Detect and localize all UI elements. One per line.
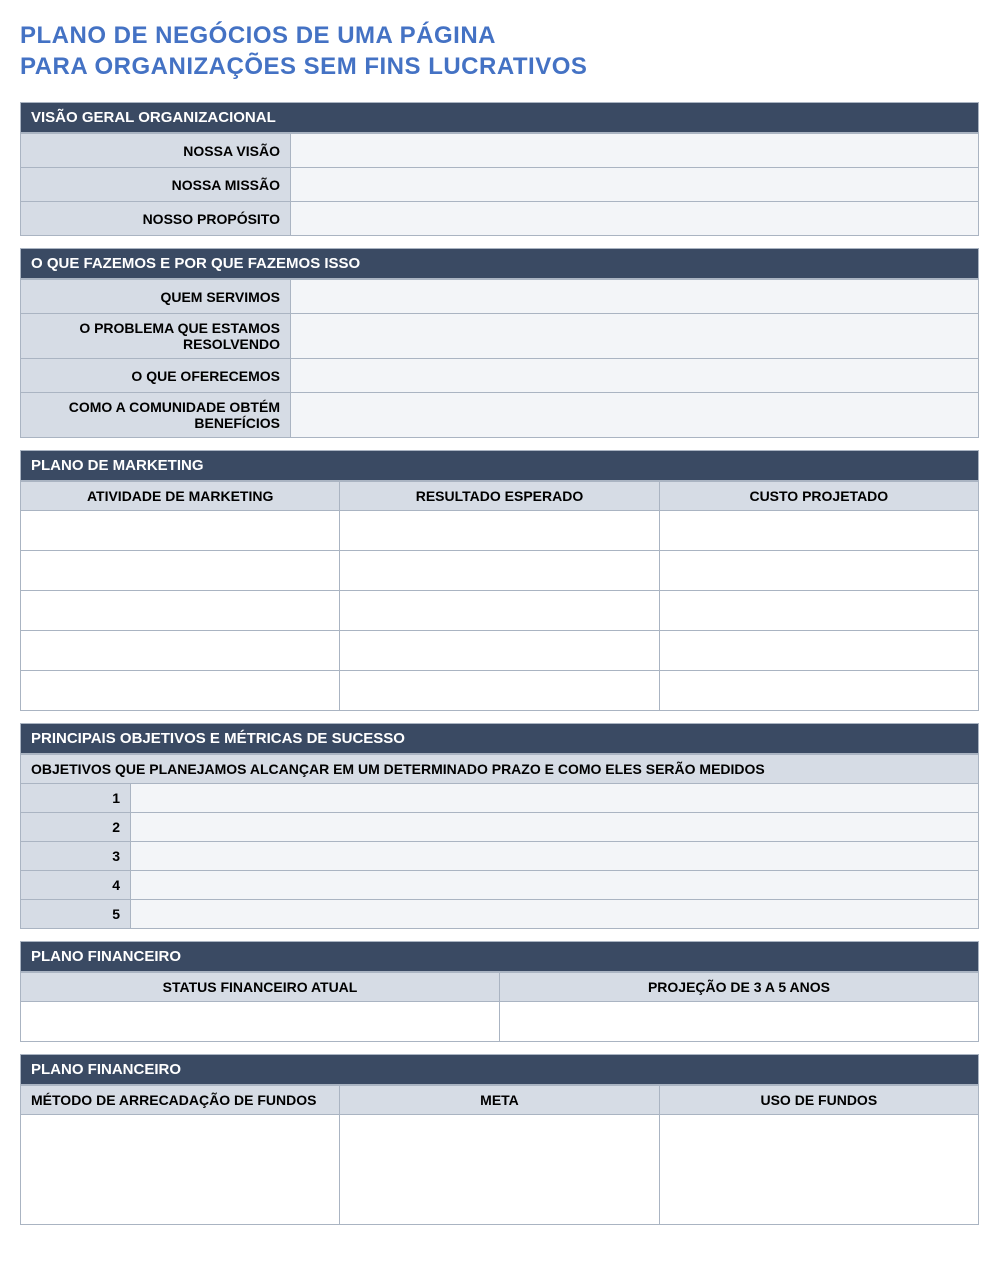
table-row: COMO A COMUNIDADE OBTÉM BENEFÍCIOS: [21, 393, 979, 438]
table-subheader-row: OBJETIVOS QUE PLANEJAMOS ALCANÇAR EM UM …: [21, 755, 979, 784]
row-label: COMO A COMUNIDADE OBTÉM BENEFÍCIOS: [21, 393, 291, 438]
marketing-table: ATIVIDADE DE MARKETING RESULTADO ESPERAD…: [20, 481, 979, 711]
table-row: [21, 1115, 979, 1225]
row-label: NOSSA VISÃO: [21, 134, 291, 168]
col-header-use: USO DE FUNDOS: [659, 1086, 978, 1115]
table-row: 4: [21, 871, 979, 900]
table-row: 3: [21, 842, 979, 871]
section-marketing: PLANO DE MARKETING ATIVIDADE DE MARKETIN…: [20, 450, 979, 711]
row-label: NOSSA MISSÃO: [21, 168, 291, 202]
what-we-do-table: QUEM SERVIMOS O PROBLEMA QUE ESTAMOS RES…: [20, 279, 979, 438]
cell-goal[interactable]: [340, 1115, 659, 1225]
row-label: QUEM SERVIMOS: [21, 280, 291, 314]
section-header-what: O QUE FAZEMOS E POR QUE FAZEMOS ISSO: [20, 248, 979, 279]
table-row: NOSSA MISSÃO: [21, 168, 979, 202]
col-header-projection: PROJEÇÃO DE 3 A 5 ANOS: [500, 973, 979, 1002]
table-header-row: ATIVIDADE DE MARKETING RESULTADO ESPERAD…: [21, 482, 979, 511]
section-header-marketing: PLANO DE MARKETING: [20, 450, 979, 481]
row-label: NOSSO PROPÓSITO: [21, 202, 291, 236]
table-row: [21, 671, 979, 711]
table-row: 2: [21, 813, 979, 842]
obj-number: 5: [21, 900, 131, 929]
row-value[interactable]: [291, 393, 979, 438]
financial-table: STATUS FINANCEIRO ATUAL PROJEÇÃO DE 3 A …: [20, 972, 979, 1042]
cell-activity[interactable]: [21, 511, 340, 551]
row-label: O QUE OFERECEMOS: [21, 359, 291, 393]
row-value[interactable]: [291, 314, 979, 359]
row-value[interactable]: [291, 134, 979, 168]
obj-number: 2: [21, 813, 131, 842]
section-header-fundraising: PLANO FINANCEIRO: [20, 1054, 979, 1085]
table-row: [21, 631, 979, 671]
cell-result[interactable]: [340, 591, 659, 631]
objectives-subheader: OBJETIVOS QUE PLANEJAMOS ALCANÇAR EM UM …: [21, 755, 979, 784]
objectives-table: OBJETIVOS QUE PLANEJAMOS ALCANÇAR EM UM …: [20, 754, 979, 929]
col-header-result: RESULTADO ESPERADO: [340, 482, 659, 511]
section-header-financial: PLANO FINANCEIRO: [20, 941, 979, 972]
col-header-status: STATUS FINANCEIRO ATUAL: [21, 973, 500, 1002]
cell-cost[interactable]: [659, 591, 978, 631]
cell-result[interactable]: [340, 551, 659, 591]
section-what-we-do: O QUE FAZEMOS E POR QUE FAZEMOS ISSO QUE…: [20, 248, 979, 438]
title-line-1: PLANO DE NEGÓCIOS DE UMA PÁGINA: [20, 22, 496, 49]
fundraising-table: MÉTODO DE ARRECADAÇÃO DE FUNDOS META USO…: [20, 1085, 979, 1225]
section-fundraising: PLANO FINANCEIRO MÉTODO DE ARRECADAÇÃO D…: [20, 1054, 979, 1225]
obj-value[interactable]: [131, 842, 979, 871]
table-row: O PROBLEMA QUE ESTAMOS RESOLVENDO: [21, 314, 979, 359]
cell-result[interactable]: [340, 671, 659, 711]
row-label: O PROBLEMA QUE ESTAMOS RESOLVENDO: [21, 314, 291, 359]
section-org-overview: VISÃO GERAL ORGANIZACIONAL NOSSA VISÃO N…: [20, 102, 979, 236]
cell-result[interactable]: [340, 631, 659, 671]
cell-activity[interactable]: [21, 591, 340, 631]
cell-status[interactable]: [21, 1002, 500, 1042]
table-header-row: MÉTODO DE ARRECADAÇÃO DE FUNDOS META USO…: [21, 1086, 979, 1115]
table-row: QUEM SERVIMOS: [21, 280, 979, 314]
row-value[interactable]: [291, 168, 979, 202]
section-header-objectives: PRINCIPAIS OBJETIVOS E MÉTRICAS DE SUCES…: [20, 723, 979, 754]
col-header-activity: ATIVIDADE DE MARKETING: [21, 482, 340, 511]
cell-method[interactable]: [21, 1115, 340, 1225]
row-value[interactable]: [291, 280, 979, 314]
row-value[interactable]: [291, 202, 979, 236]
table-row: 1: [21, 784, 979, 813]
cell-activity[interactable]: [21, 671, 340, 711]
section-objectives: PRINCIPAIS OBJETIVOS E MÉTRICAS DE SUCES…: [20, 723, 979, 929]
section-financial: PLANO FINANCEIRO STATUS FINANCEIRO ATUAL…: [20, 941, 979, 1042]
obj-number: 4: [21, 871, 131, 900]
cell-cost[interactable]: [659, 511, 978, 551]
table-row: NOSSA VISÃO: [21, 134, 979, 168]
obj-value[interactable]: [131, 784, 979, 813]
obj-number: 1: [21, 784, 131, 813]
col-header-goal: META: [340, 1086, 659, 1115]
table-header-row: STATUS FINANCEIRO ATUAL PROJEÇÃO DE 3 A …: [21, 973, 979, 1002]
obj-value[interactable]: [131, 900, 979, 929]
table-row: [21, 551, 979, 591]
section-header-org: VISÃO GERAL ORGANIZACIONAL: [20, 102, 979, 133]
cell-cost[interactable]: [659, 631, 978, 671]
cell-projection[interactable]: [500, 1002, 979, 1042]
obj-number: 3: [21, 842, 131, 871]
col-header-method: MÉTODO DE ARRECADAÇÃO DE FUNDOS: [21, 1086, 340, 1115]
title-line-2: PARA ORGANIZAÇÕES SEM FINS LUCRATIVOS: [20, 53, 587, 80]
obj-value[interactable]: [131, 871, 979, 900]
table-row: 5: [21, 900, 979, 929]
table-row: NOSSO PROPÓSITO: [21, 202, 979, 236]
cell-cost[interactable]: [659, 551, 978, 591]
obj-value[interactable]: [131, 813, 979, 842]
row-value[interactable]: [291, 359, 979, 393]
col-header-cost: CUSTO PROJETADO: [659, 482, 978, 511]
org-overview-table: NOSSA VISÃO NOSSA MISSÃO NOSSO PROPÓSITO: [20, 133, 979, 236]
cell-result[interactable]: [340, 511, 659, 551]
cell-cost[interactable]: [659, 671, 978, 711]
cell-use[interactable]: [659, 1115, 978, 1225]
table-row: [21, 591, 979, 631]
cell-activity[interactable]: [21, 631, 340, 671]
table-row: [21, 511, 979, 551]
table-row: [21, 1002, 979, 1042]
table-row: O QUE OFERECEMOS: [21, 359, 979, 393]
cell-activity[interactable]: [21, 551, 340, 591]
page-title: PLANO DE NEGÓCIOS DE UMA PÁGINA PARA ORG…: [20, 20, 979, 82]
